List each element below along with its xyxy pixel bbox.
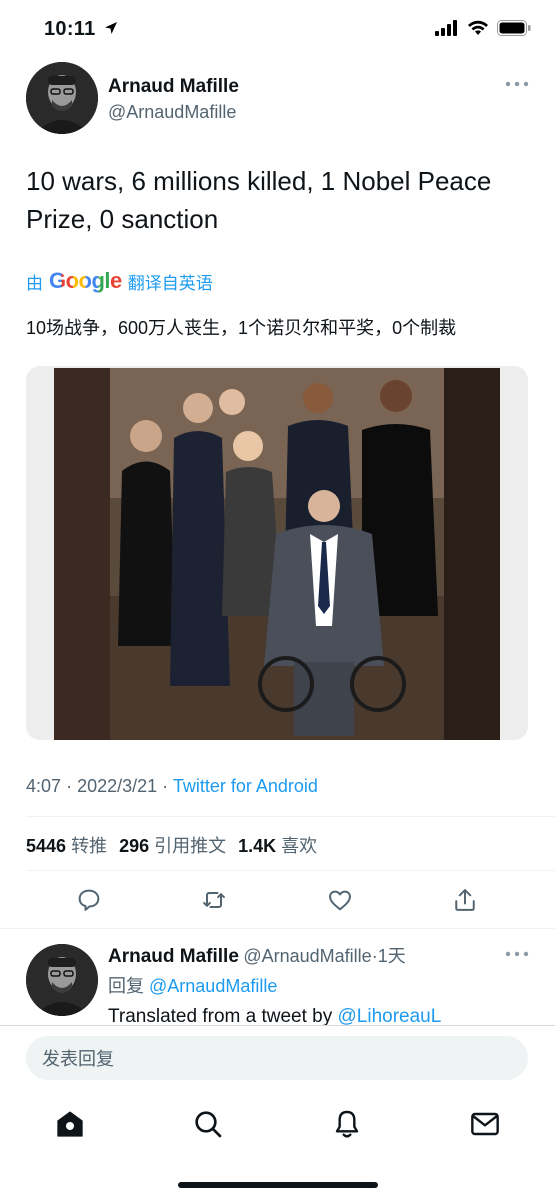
status-time-text: 10:11 bbox=[44, 18, 96, 40]
heart-icon bbox=[329, 890, 351, 911]
tab-messages[interactable] bbox=[469, 1108, 501, 1140]
reply-button[interactable] bbox=[75, 886, 103, 914]
like-button[interactable] bbox=[326, 886, 354, 914]
google-logo: Google bbox=[49, 268, 122, 294]
retweets-count: 5446 bbox=[26, 836, 67, 856]
status-time: 10:11 bbox=[44, 18, 119, 41]
home-indicator bbox=[178, 1182, 378, 1188]
translate-label: 翻译自英语 bbox=[127, 273, 213, 293]
tweet-text: 10 wars, 6 millions killed, 1 Nobel Peac… bbox=[26, 166, 492, 234]
reply-mention-link[interactable]: @LihoreauL bbox=[338, 1006, 442, 1027]
likes-label: 喜欢 bbox=[281, 836, 318, 856]
divider bbox=[26, 816, 555, 817]
retweet-button[interactable] bbox=[200, 886, 228, 914]
translate-by-label: 由 bbox=[26, 273, 43, 293]
wifi-icon bbox=[468, 20, 488, 35]
reply-more-options-button[interactable] bbox=[504, 946, 530, 967]
more-dots-icon bbox=[505, 81, 529, 87]
likes-stat[interactable]: 1.4K 喜欢 bbox=[238, 832, 317, 858]
tweet-meta: 4:07 · 2022/3/21 · Twitter for Android bbox=[26, 776, 318, 797]
meta-separator-2: · bbox=[162, 776, 169, 796]
retweet-icon bbox=[203, 892, 225, 908]
share-button[interactable] bbox=[451, 886, 479, 914]
reply-author-avatar[interactable] bbox=[26, 944, 98, 1016]
location-arrow-icon bbox=[105, 22, 118, 34]
replying-to-link[interactable]: @ArnaudMafille bbox=[149, 976, 277, 996]
cellular-signal-icon bbox=[435, 20, 457, 36]
share-icon bbox=[455, 889, 475, 911]
author-avatar[interactable] bbox=[26, 62, 98, 134]
replying-to: 回复 @ArnaudMafille bbox=[108, 972, 277, 998]
tweet-actions bbox=[0, 880, 555, 924]
group-photo bbox=[26, 366, 528, 740]
reply-header: Arnaud Mafille @ArnaudMafille·1天 bbox=[108, 942, 406, 968]
more-dots-icon bbox=[505, 951, 529, 957]
bell-icon bbox=[335, 1110, 359, 1138]
google-logo-text: Google bbox=[49, 268, 122, 293]
translation-attribution[interactable]: 由 Google 翻译自英语 bbox=[26, 268, 213, 294]
tweet-photo[interactable] bbox=[26, 366, 528, 740]
reply-input[interactable]: 发表回复 bbox=[26, 1036, 528, 1080]
reply-icon bbox=[78, 889, 100, 911]
retweets-label: 转推 bbox=[71, 836, 108, 856]
bottom-tab-bar bbox=[0, 1100, 555, 1160]
tweet-date: 2022/3/21 bbox=[77, 776, 158, 796]
reply-input-placeholder: 发表回复 bbox=[42, 1049, 114, 1069]
replying-prefix: 回复 bbox=[108, 976, 144, 996]
avatar-portrait bbox=[26, 62, 98, 134]
tweet-source-link[interactable]: Twitter for Android bbox=[173, 776, 318, 796]
tab-notifications[interactable] bbox=[331, 1108, 363, 1140]
tweet-time: 4:07 bbox=[26, 776, 62, 796]
divider bbox=[26, 870, 555, 871]
likes-count: 1.4K bbox=[238, 836, 277, 856]
reply-author-name[interactable]: Arnaud Mafille bbox=[108, 946, 239, 967]
divider bbox=[0, 928, 555, 929]
retweets-stat[interactable]: 5446 转推 bbox=[26, 832, 107, 858]
reply-text-prefix: Translated from a tweet by bbox=[108, 1006, 333, 1027]
quotes-count: 296 bbox=[119, 836, 150, 856]
author-name[interactable]: Arnaud Mafille bbox=[108, 76, 239, 98]
tab-search[interactable] bbox=[192, 1108, 224, 1140]
reply-author-handle[interactable]: @ArnaudMafille bbox=[243, 946, 371, 966]
author-handle[interactable]: @ArnaudMafille bbox=[108, 102, 236, 123]
tab-home[interactable] bbox=[54, 1108, 86, 1140]
tweet-stats: 5446 转推 296 引用推文 1.4K 喜欢 bbox=[26, 832, 317, 858]
home-icon bbox=[57, 1111, 83, 1137]
more-options-button[interactable] bbox=[504, 76, 530, 97]
avatar-portrait bbox=[26, 944, 98, 1016]
mail-icon bbox=[471, 1112, 499, 1136]
translated-text: 10场战争，600万人丧生，1个诺贝尔和平奖，0个制裁 bbox=[26, 318, 457, 338]
quotes-stat[interactable]: 296 引用推文 bbox=[119, 832, 226, 858]
quotes-label: 引用推文 bbox=[154, 836, 227, 856]
battery-icon bbox=[497, 20, 531, 36]
status-indicators bbox=[435, 20, 531, 36]
search-icon bbox=[195, 1111, 222, 1138]
meta-separator-1: · bbox=[66, 776, 73, 796]
reply-age: 1天 bbox=[377, 946, 406, 966]
